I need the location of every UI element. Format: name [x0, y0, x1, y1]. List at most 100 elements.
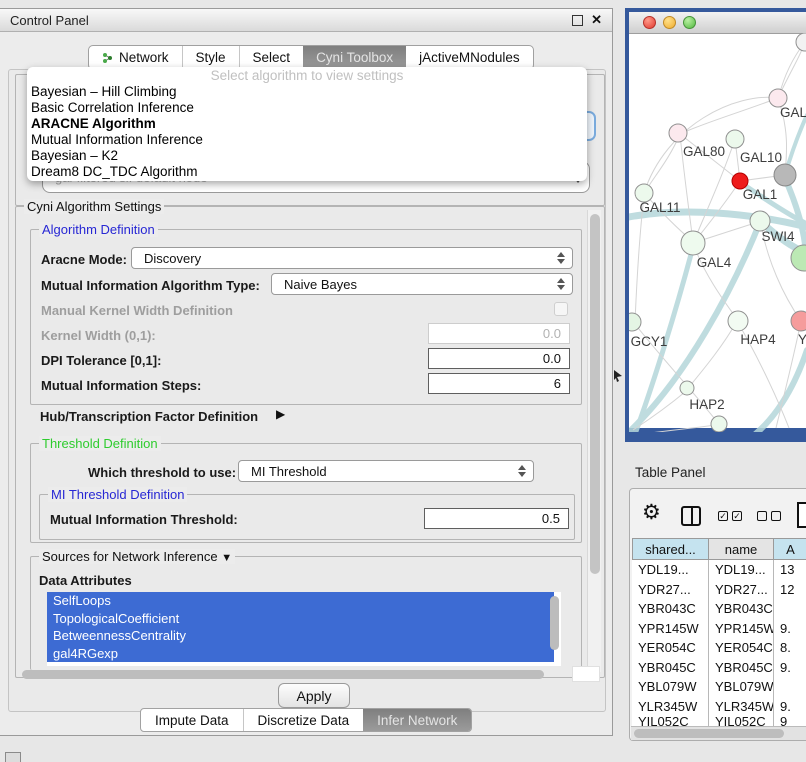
cell[interactable]: YER054C: [632, 638, 709, 658]
document-icon[interactable]: [797, 502, 806, 528]
network-window-titlebar[interactable]: [629, 12, 806, 34]
column-header-3[interactable]: A: [773, 538, 806, 560]
tab-network[interactable]: Network: [89, 46, 182, 69]
settings-vscrollbar[interactable]: [587, 210, 601, 672]
algorithm-option[interactable]: Dream8 DC_TDC Algorithm: [27, 164, 587, 180]
gear-icon[interactable]: ⚙: [642, 500, 661, 525]
mi-steps-field[interactable]: 6: [428, 373, 570, 394]
cell[interactable]: YLR345W: [632, 697, 709, 717]
cell[interactable]: YPR145W: [632, 619, 709, 639]
aracne-mode-label: Aracne Mode:: [41, 252, 127, 267]
docked-panel-icon[interactable]: [5, 752, 21, 762]
collapse-arrow-icon[interactable]: ▶: [276, 407, 285, 421]
vscroll-thumb[interactable]: [590, 214, 600, 574]
tab-discretize-data[interactable]: Discretize Data: [243, 709, 364, 731]
node[interactable]: [669, 124, 687, 142]
minimize-traffic-light[interactable]: [663, 16, 676, 29]
cell[interactable]: YPR145W: [709, 619, 774, 639]
kernel-width-label: Kernel Width (0,1):: [41, 328, 156, 343]
node[interactable]: [726, 130, 744, 148]
node[interactable]: [728, 311, 748, 331]
cell[interactable]: 12: [774, 580, 806, 600]
cell[interactable]: YBR045C: [632, 658, 709, 678]
tab-jactivemnodules[interactable]: jActiveMNodules: [406, 46, 533, 69]
bottom-tabs: Impute Data Discretize Data Infer Networ…: [140, 708, 472, 732]
select-all-icon[interactable]: ✓ ✓: [718, 511, 742, 521]
node[interactable]: [680, 381, 694, 395]
node-label: Y: [798, 332, 806, 347]
cell[interactable]: 9.: [774, 658, 806, 678]
apply-button[interactable]: Apply: [278, 683, 350, 708]
tab-cyni-toolbox[interactable]: Cyni Toolbox: [303, 46, 406, 69]
unchecked-box-icon: [771, 511, 781, 521]
kernel-width-field[interactable]: 0.0: [428, 323, 570, 344]
node-gray[interactable]: [774, 164, 796, 186]
cell[interactable]: YBL079W: [632, 677, 709, 697]
cell[interactable]: 9: [774, 716, 806, 726]
tab-label: Select: [253, 50, 291, 65]
mi-type-combo[interactable]: Naive Bayes: [271, 273, 573, 295]
close-icon[interactable]: ✕: [591, 12, 602, 28]
cell[interactable]: YBL079W: [709, 677, 774, 697]
cell[interactable]: 8.: [774, 638, 806, 658]
manual-kernel-checkbox[interactable]: [554, 302, 568, 316]
close-traffic-light[interactable]: [643, 16, 656, 29]
cell[interactable]: 9.: [774, 697, 806, 717]
mi-threshold-field[interactable]: 0.5: [424, 508, 569, 529]
node[interactable]: [711, 416, 727, 432]
algorithm-option-selected[interactable]: ARACNE Algorithm: [27, 116, 587, 132]
tab-impute-data[interactable]: Impute Data: [141, 709, 243, 731]
cell[interactable]: YDL19...: [632, 560, 709, 580]
cell[interactable]: YBR045C: [709, 658, 774, 678]
tab-style[interactable]: Style: [182, 46, 239, 69]
network-canvas[interactable]: GAL GAL80 GAL10 GAL1 GAL11 SWI4 GAL4 GCY…: [629, 33, 806, 432]
sources-title[interactable]: Sources for Network Inference ▼: [39, 549, 235, 564]
node[interactable]: [796, 33, 806, 51]
algorithm-option[interactable]: Bayesian – Hill Climbing: [27, 84, 587, 100]
deselect-all-icon[interactable]: [757, 511, 781, 521]
algorithm-option[interactable]: Mutual Information Inference: [27, 132, 587, 148]
node-salmon[interactable]: [791, 311, 806, 331]
tab-infer-network[interactable]: Infer Network: [363, 709, 471, 731]
zoom-traffic-light[interactable]: [683, 16, 696, 29]
mi-steps-value: 6: [554, 376, 561, 391]
node[interactable]: [629, 313, 641, 331]
cell[interactable]: [774, 677, 806, 697]
cell[interactable]: [774, 599, 806, 619]
columns-icon[interactable]: [681, 506, 701, 526]
cell[interactable]: 13: [774, 560, 806, 580]
algorithm-option[interactable]: Basic Correlation Inference: [27, 100, 587, 116]
column-header-name[interactable]: name: [708, 538, 774, 560]
node-label: GAL11: [639, 200, 680, 215]
attribute-item[interactable]: gal4RGexp: [47, 645, 554, 663]
node[interactable]: [750, 211, 770, 231]
node[interactable]: [681, 231, 705, 255]
table-hscroll-thumb[interactable]: [634, 729, 784, 738]
attribute-item[interactable]: TopologicalCoefficient: [47, 610, 554, 628]
cell[interactable]: YIL052C: [709, 716, 774, 726]
cell[interactable]: YDR27...: [709, 580, 774, 600]
list-vscroll-thumb[interactable]: [550, 596, 559, 650]
attribute-item[interactable]: BetweennessCentrality: [47, 627, 554, 645]
cell[interactable]: YER054C: [709, 638, 774, 658]
algorithm-option[interactable]: Bayesian – K2: [27, 148, 587, 164]
cell[interactable]: YDR27...: [632, 580, 709, 600]
control-panel-titlebar[interactable]: Control Panel ✕: [0, 9, 612, 32]
which-threshold-combo[interactable]: MI Threshold: [238, 460, 534, 482]
cell[interactable]: YLR345W: [709, 697, 774, 717]
tab-select[interactable]: Select: [239, 46, 304, 69]
float-window-icon[interactable]: [572, 15, 583, 26]
dpi-tolerance-field[interactable]: 0.0: [428, 348, 570, 369]
cell[interactable]: 9.: [774, 619, 806, 639]
hub-section-label[interactable]: Hub/Transcription Factor Definition: [40, 409, 258, 424]
cell[interactable]: YDL19...: [709, 560, 774, 580]
cell[interactable]: YBR043C: [709, 599, 774, 619]
settings-hscroll-thumb[interactable]: [22, 670, 544, 679]
cell[interactable]: YBR043C: [632, 599, 709, 619]
column-header-shared[interactable]: shared...: [632, 538, 709, 560]
kernel-width-value: 0.0: [543, 326, 561, 341]
attribute-item[interactable]: SelfLoops: [47, 592, 554, 610]
aracne-mode-combo[interactable]: Discovery: [131, 247, 573, 269]
cell[interactable]: YIL052C: [632, 716, 709, 726]
table-hscrollbar[interactable]: [631, 726, 806, 740]
